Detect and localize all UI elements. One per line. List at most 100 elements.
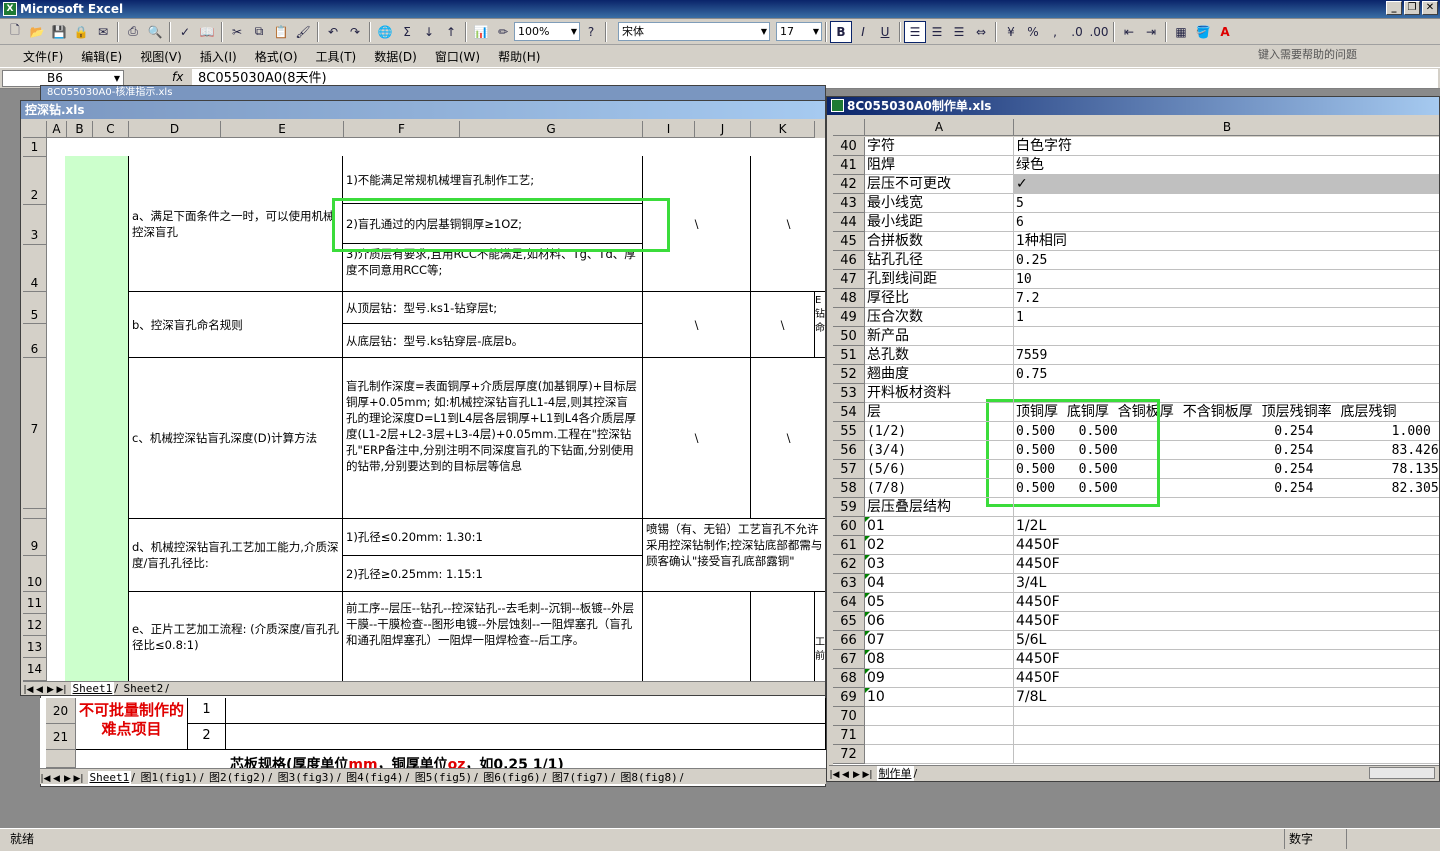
cell-a[interactable]: 开料板材资料 [865, 384, 1014, 403]
permission-icon[interactable]: 🔒 [70, 21, 92, 43]
cell-a[interactable]: 孔到线间距 [865, 270, 1014, 289]
prev-sheet-icon[interactable]: ◀ [840, 767, 851, 781]
cell-b[interactable]: 4450F [1014, 593, 1439, 612]
row-header-2[interactable]: 2 [23, 157, 47, 205]
format-painter-icon[interactable]: 🖌 [292, 21, 314, 43]
row-header-14[interactable]: 14 [23, 658, 47, 681]
left-window-title[interactable]: 控深钻.xls [21, 101, 825, 119]
col-header-f[interactable]: F [344, 121, 460, 138]
minimize-button[interactable]: _ [1386, 1, 1402, 15]
underline-button[interactable]: U [874, 21, 896, 43]
cell-a[interactable]: 最小线距 [865, 213, 1014, 232]
print-icon[interactable]: ⎙ [122, 21, 144, 43]
decrease-indent-icon[interactable]: ⇤ [1118, 21, 1140, 43]
next-sheet-icon[interactable]: ▶ [851, 767, 862, 781]
cell-a[interactable]: 07 [865, 631, 1014, 650]
cell-b[interactable]: 7.2 [1014, 289, 1439, 308]
cell-b[interactable] [1014, 726, 1439, 745]
row-header[interactable]: 42 [833, 175, 865, 194]
cell-b[interactable] [1014, 498, 1439, 517]
col-header-e[interactable]: E [221, 121, 344, 138]
item-2-cell[interactable] [226, 724, 826, 750]
tab-fig5[interactable]: 图5(fig5) [413, 769, 474, 784]
cell-a[interactable]: 05 [865, 593, 1014, 612]
cell-e-k[interactable] [751, 592, 815, 681]
cell-c-k-slash[interactable]: \ [751, 358, 825, 519]
restore-button[interactable]: ❐ [1404, 1, 1420, 15]
cell-a[interactable]: 翘曲度 [865, 365, 1014, 384]
tab-sheet1[interactable]: Sheet1 [87, 771, 132, 784]
row-header[interactable]: 49 [833, 308, 865, 327]
cell-b[interactable] [1014, 384, 1439, 403]
cell-a[interactable] [865, 726, 1014, 745]
undo-icon[interactable]: ↶ [322, 21, 344, 43]
row-header[interactable]: 54 [833, 403, 865, 422]
cell-b2[interactable]: 从底层钻：型号.ks钻穿层-底层b。 [343, 324, 643, 358]
horizontal-scrollbar[interactable] [1369, 767, 1435, 779]
tab-fig8[interactable]: 图8(fig8) [618, 769, 679, 784]
cell-a[interactable]: 厚径比 [865, 289, 1014, 308]
production-sheet-grid[interactable]: 40 字符 白色字符 41 阻焊 绿色 42 层压不可更改 ✓ 43 最小线宽 5 44 最小线距 6 45 合… [833, 137, 1439, 765]
row-header[interactable]: 48 [833, 289, 865, 308]
item-1-cell[interactable] [226, 698, 826, 724]
cell-d-capability[interactable]: d、机械控深钻盲孔工艺加工能力,介质深度/盲孔孔径比: [129, 519, 343, 592]
cell-b[interactable]: 5 [1014, 194, 1439, 213]
cell-b[interactable]: 1种相同 [1014, 232, 1439, 251]
cell-b[interactable]: 7/8L [1014, 688, 1439, 707]
row-header[interactable]: 61 [833, 536, 865, 555]
cell-e-j[interactable] [643, 592, 751, 681]
new-icon[interactable]: 🗋 [4, 21, 26, 43]
borders-icon[interactable]: ▦ [1170, 21, 1192, 43]
cell-b[interactable]: 0.500 0.500 0.254 82.305 1.000 [1014, 479, 1439, 498]
cell-a[interactable]: 合拼板数 [865, 232, 1014, 251]
cell-c-j-slash[interactable]: \ [643, 358, 751, 519]
col-header-a[interactable]: A [47, 121, 67, 138]
copy-icon[interactable]: ⧉ [248, 21, 270, 43]
row-header-21[interactable]: 21 [46, 724, 76, 750]
cell-a[interactable]: 钻孔孔径 [865, 251, 1014, 270]
cell-a[interactable]: 02 [865, 536, 1014, 555]
row-header[interactable]: 45 [833, 232, 865, 251]
increase-decimal-icon[interactable]: .0 [1066, 21, 1088, 43]
menu-format[interactable]: 格式(O) [246, 48, 307, 65]
row-header[interactable]: 50 [833, 327, 865, 346]
fill-color-icon[interactable]: 🪣 [1192, 21, 1214, 43]
cell-b[interactable]: 0.500 0.500 0.254 1.000 82.973 [1014, 422, 1439, 441]
tab-sheet2[interactable]: Sheet2 [121, 682, 165, 695]
align-center-icon[interactable]: ☰ [926, 21, 948, 43]
cell-e-l-clipped[interactable]: 工前 [815, 592, 825, 681]
row-header-7[interactable]: 7 [23, 358, 47, 509]
mail-icon[interactable]: ✉ [92, 21, 114, 43]
bold-button[interactable]: B [830, 20, 852, 43]
row-header[interactable]: 40 [833, 137, 865, 156]
merge-center-icon[interactable]: ⇔ [970, 21, 992, 43]
cell-a[interactable]: (7/8) [865, 479, 1014, 498]
row-header-9[interactable]: 9 [23, 519, 47, 556]
col-header-b[interactable]: B [1014, 119, 1439, 136]
row-header-22[interactable]: 22 [46, 750, 76, 768]
decrease-decimal-icon[interactable]: .00 [1088, 21, 1110, 43]
cell-a[interactable]: 06 [865, 612, 1014, 631]
tab-fig4[interactable]: 图4(fig4) [344, 769, 405, 784]
cell-a[interactable]: 层压叠层结构 [865, 498, 1014, 517]
align-left-icon[interactable]: ☰ [904, 20, 926, 43]
cell-b[interactable]: 0.25 [1014, 251, 1439, 270]
row-header[interactable]: 41 [833, 156, 865, 175]
right-window-title[interactable]: 8C055030A0制作单.xls [827, 97, 1439, 115]
cell-a[interactable]: (1/2) [865, 422, 1014, 441]
cell-e-process[interactable]: e、正片工艺加工流程: (介质深度/盲孔孔径比≤0.8:1) [129, 592, 343, 681]
row-header-12[interactable]: 12 [23, 614, 47, 636]
cell-a[interactable]: 03 [865, 555, 1014, 574]
select-all-corner[interactable] [833, 119, 865, 136]
font-color-icon[interactable]: A [1214, 21, 1236, 43]
cell-a[interactable]: 04 [865, 574, 1014, 593]
autosum-icon[interactable]: Σ [396, 21, 418, 43]
cell-a1[interactable]: 1)不能满足常规机械埋盲孔制作工艺; [343, 156, 643, 204]
spelling-icon[interactable]: ✓ [174, 21, 196, 43]
tab-sheet1[interactable]: Sheet1 [70, 682, 115, 695]
cell-d2[interactable]: 2)孔径≥0.25mm: 1.15:1 [343, 556, 643, 592]
cell-b[interactable]: 1 [1014, 308, 1439, 327]
cell-a[interactable]: 09 [865, 669, 1014, 688]
next-sheet-icon[interactable]: ▶ [45, 683, 56, 695]
row-header[interactable]: 67 [833, 650, 865, 669]
